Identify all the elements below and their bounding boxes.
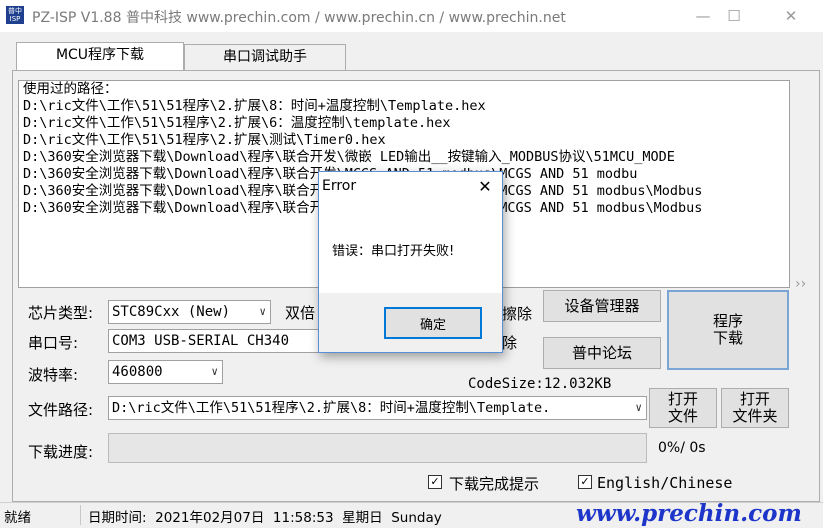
download-done-tip-checkbox[interactable]: ✓	[428, 475, 442, 489]
chip-type-label: 芯片类型:	[28, 304, 94, 322]
serial-port-select[interactable]: COM3 USB-SERIAL CH340	[108, 329, 320, 353]
download-progress-bar	[108, 433, 647, 463]
double-speed-label: 双倍	[285, 304, 316, 322]
chevron-down-icon: ∨	[211, 365, 218, 378]
status-separator	[80, 505, 81, 525]
window-title: PZ-ISP V1.88 普中科技 www.prechin.com / www.…	[32, 10, 566, 26]
chevron-down-icon: ∨	[259, 305, 266, 318]
code-size-text: CodeSize:12.032KB	[468, 376, 612, 392]
list-item[interactable]: D:\ric文件\工作\51\51程序\2.扩展\6：温度控制\template…	[19, 115, 789, 132]
maximize-icon[interactable]: ☐	[711, 0, 757, 32]
close-icon[interactable]: ✕	[471, 174, 499, 200]
chevron-down-icon: ∨	[635, 401, 642, 414]
status-text: 就绪	[4, 510, 31, 526]
brand-logo[interactable]: www.prechin.com	[576, 500, 802, 527]
file-path-label: 文件路径:	[28, 401, 94, 419]
list-item[interactable]: D:\360安全浏览器下载\Download\程序\联合开发\微嵌 LED输出_…	[19, 149, 789, 166]
device-manager-button[interactable]: 设备管理器	[543, 290, 661, 322]
chip-type-select[interactable]: STC89Cxx (New) ∨	[108, 300, 271, 324]
erase-option-label: 除	[502, 334, 518, 352]
open-folder-button[interactable]: 打开 文件夹	[721, 388, 789, 428]
progress-label: 下载进度:	[28, 443, 94, 461]
open-file-button[interactable]: 打开 文件	[649, 388, 717, 428]
forum-button[interactable]: 普中论坛	[543, 337, 661, 369]
baud-rate-label: 波特率:	[28, 366, 79, 384]
dialog-title: Error	[322, 178, 357, 194]
language-checkbox[interactable]: ✓	[578, 475, 592, 489]
chip-type-value: STC89Cxx (New)	[112, 304, 231, 320]
baud-rate-value: 460800	[112, 364, 163, 380]
baud-rate-select[interactable]: 460800 ∨	[108, 360, 223, 384]
list-item[interactable]: D:\ric文件\工作\51\51程序\2.扩展\8：时间+温度控制\Templ…	[19, 98, 789, 115]
datetime-text: 日期时间: 2021年02月07日 11:58:53 星期日 Sunday	[88, 510, 442, 526]
title-bar: 普中ISP PZ-ISP V1.88 普中科技 www.prechin.com …	[0, 0, 823, 32]
list-item[interactable]: D:\ric文件\工作\51\51程序\2.扩展\测试\Timer0.hex	[19, 132, 789, 149]
dialog-message: 错误：串口打开失败!	[332, 244, 455, 259]
app-icon: 普中ISP	[6, 6, 24, 24]
language-label: English/Chinese	[597, 474, 733, 492]
tab-serial-assistant[interactable]: 串口调试助手	[184, 44, 346, 70]
close-icon[interactable]: ✕	[768, 0, 814, 32]
file-path-select[interactable]: D:\ric文件\工作\51\51程序\2.扩展\8：时间+温度控制\Templ…	[108, 396, 647, 420]
progress-text: 0%/ 0s	[658, 440, 706, 456]
chevron-right-icon[interactable]: ››	[795, 276, 806, 292]
download-program-button[interactable]: 程序 下载	[667, 290, 789, 370]
list-item: 使用过的路径：	[23, 81, 118, 97]
file-path-value: D:\ric文件\工作\51\51程序\2.扩展\8：时间+温度控制\Templ…	[112, 400, 551, 416]
error-dialog: Error ✕ 错误：串口打开失败! 确定	[318, 171, 503, 353]
serial-port-label: 串口号:	[28, 334, 79, 352]
download-done-tip-label: 下载完成提示	[449, 475, 540, 493]
tab-mcu-download[interactable]: MCU程序下载	[16, 42, 184, 70]
ok-button[interactable]: 确定	[384, 307, 482, 339]
erase-label: 擦除	[502, 305, 533, 323]
